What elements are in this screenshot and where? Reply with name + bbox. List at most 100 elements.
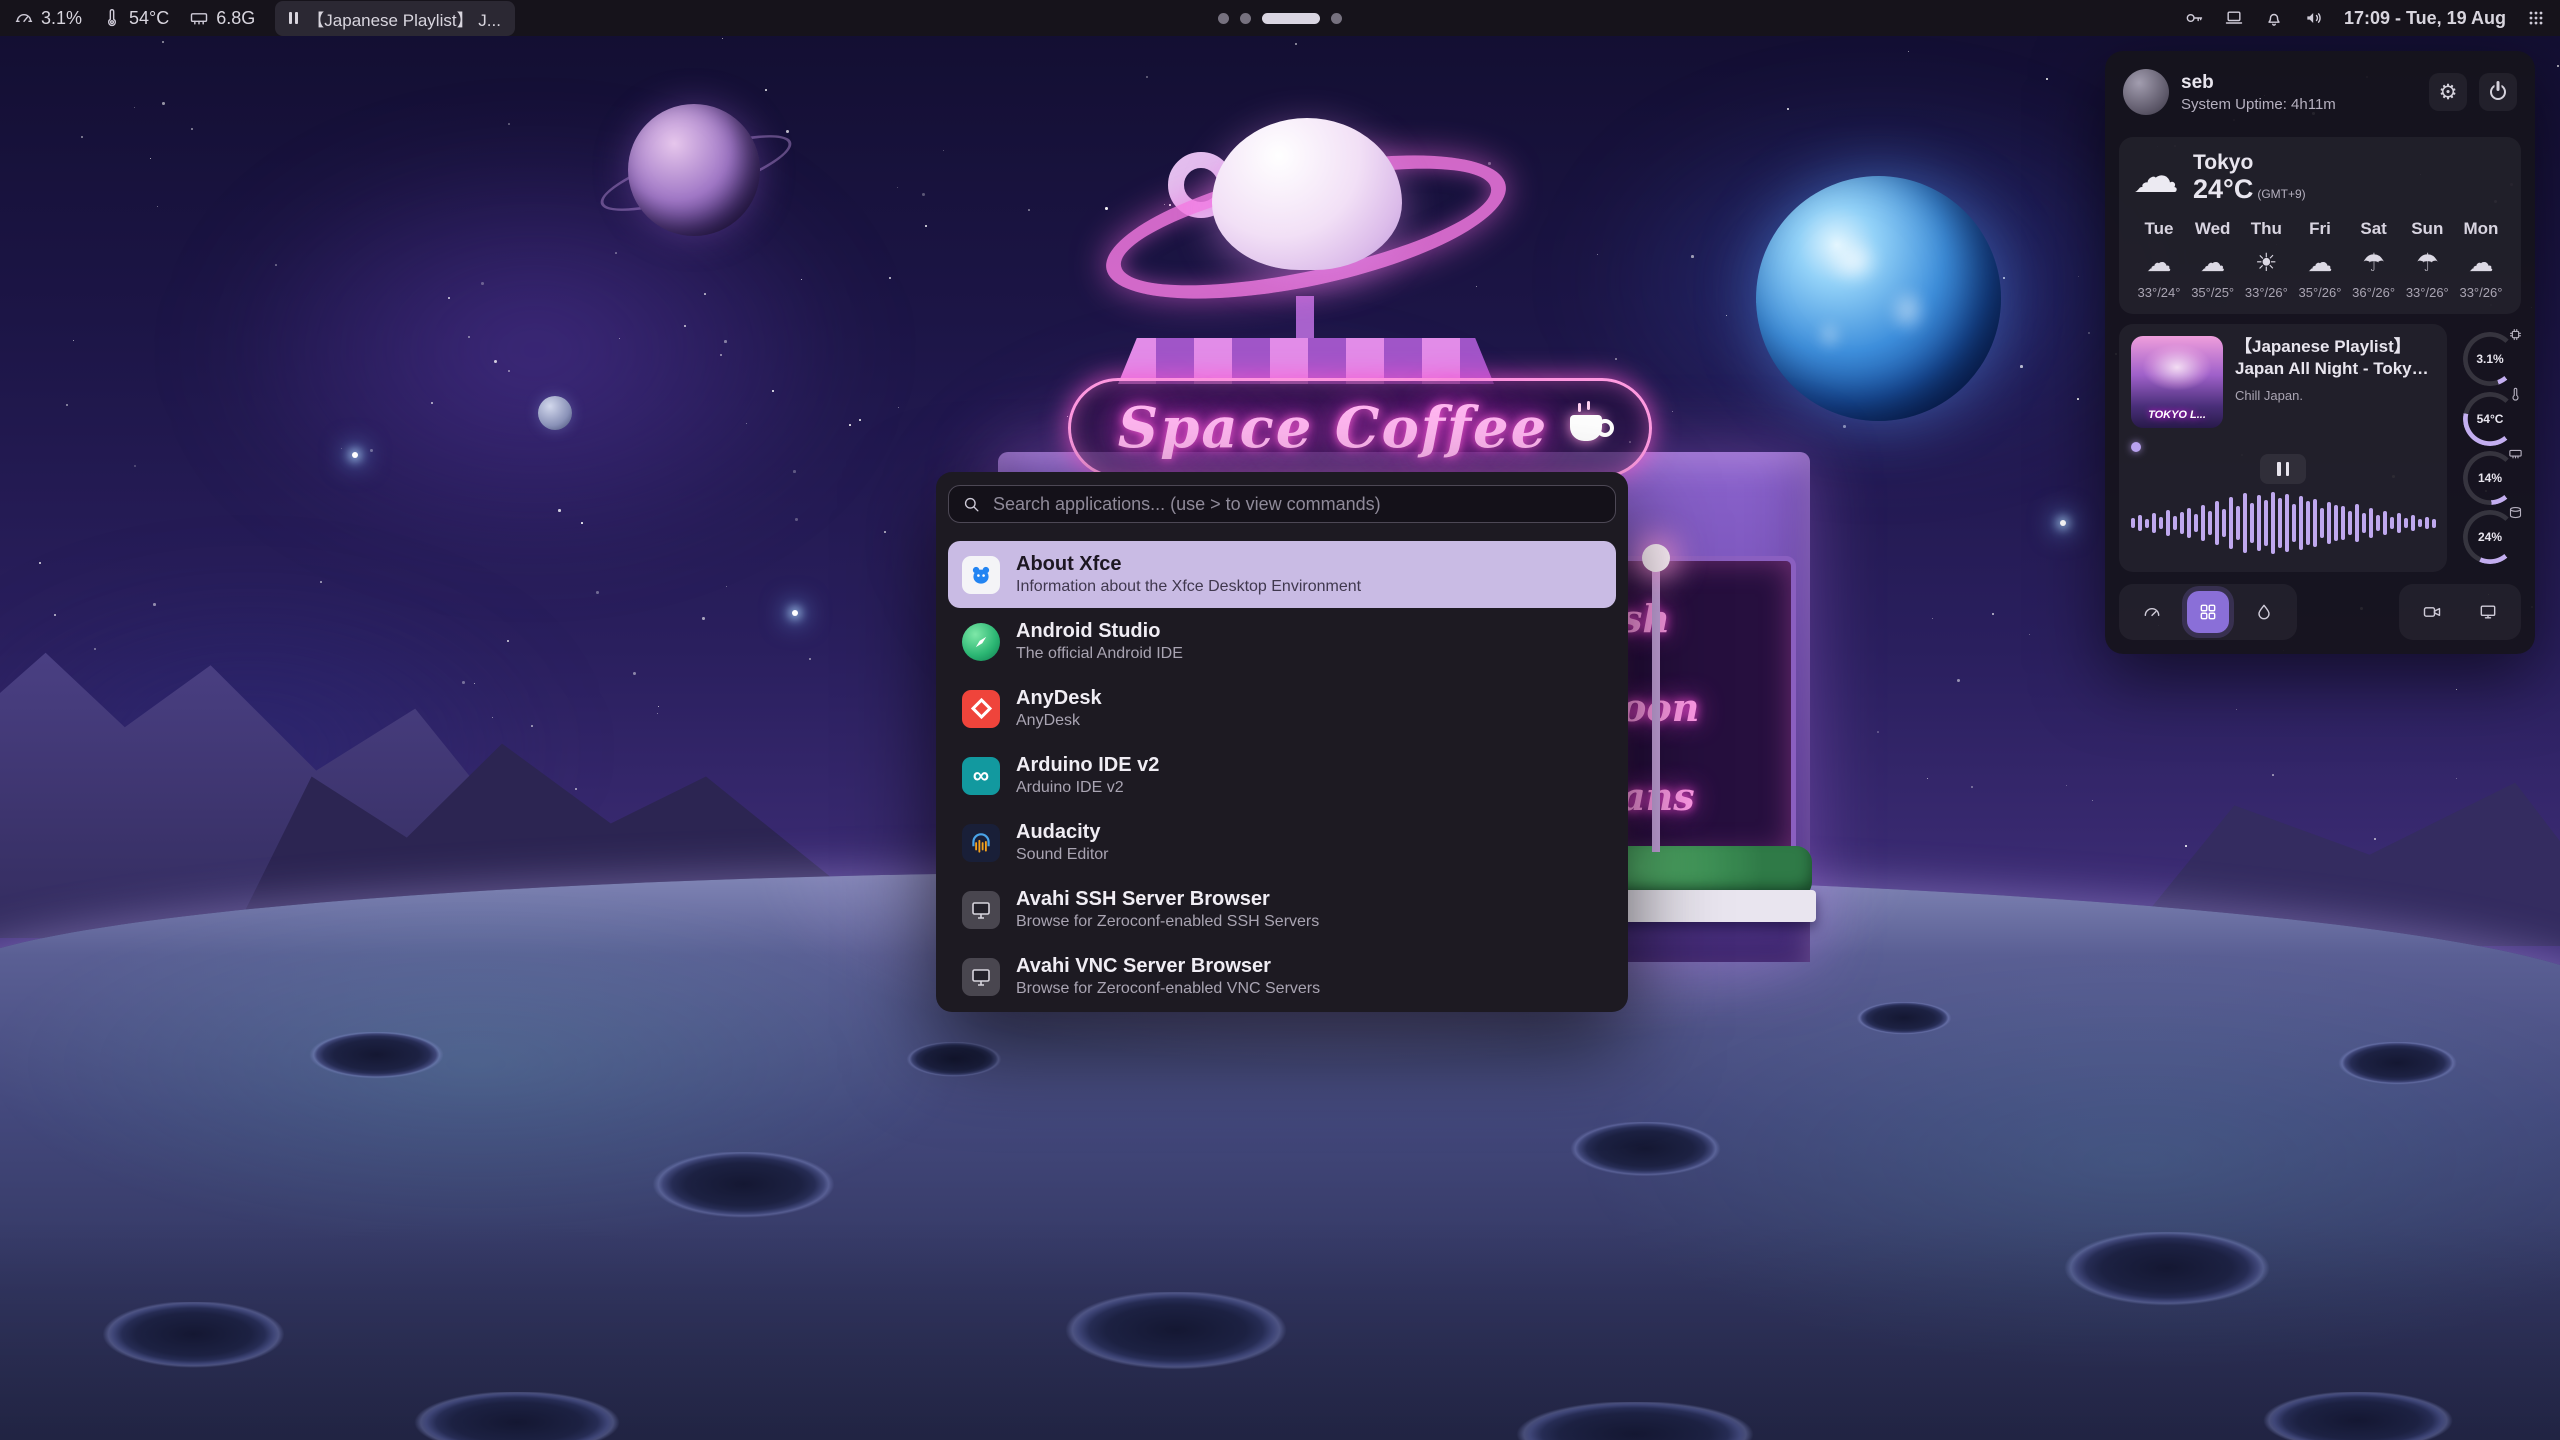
crater [640,1152,870,1237]
temperature-indicator: 54°C [102,8,169,29]
thermometer-icon [2508,387,2523,402]
vpn-key-button[interactable] [2184,8,2204,28]
app-launcher-button[interactable] [2187,591,2229,633]
media-player-pill[interactable]: 【Japanese Playlist】 J... [275,1,515,36]
crater [90,1302,320,1387]
laptop-icon [2224,8,2244,28]
crater [2250,1392,2490,1440]
weather-city: Tokyo [2193,151,2306,175]
crater [300,1032,470,1092]
cpu-usage-value: 3.1% [41,8,82,29]
progress-slider[interactable] [2131,442,2141,452]
settings-button[interactable]: ⚙ [2429,73,2467,111]
launcher-item-avahi-ssh[interactable]: Avahi SSH Server Browser Browse for Zero… [948,876,1616,943]
app-description: Arduino IDE v2 [1016,779,1159,797]
track-subtitle: Chill Japan. [2235,388,2435,403]
crater [1560,1122,1750,1192]
weather-icon: ☂ [2348,248,2400,278]
media-player-card: TOKYO L... 【Japanese Playlist】 Japan All… [2119,324,2447,572]
speedometer-icon [2142,602,2162,622]
arduino-icon: ∞ [962,757,1000,795]
launcher-item-about-xfce[interactable]: About Xfce Information about the Xfce De… [948,541,1616,608]
search-bar[interactable] [948,485,1616,523]
workspace-dot[interactable] [1331,13,1342,24]
weather-icon: ☁ [2187,248,2239,278]
forecast-day: Tue ☁ 33°/24° [2133,219,2185,300]
app-description: Browse for Zeroconf-enabled VNC Servers [1016,980,1320,998]
earth-planet [1756,176,2001,421]
forecast-day: Fri ☁ 35°/26° [2294,219,2346,300]
dashboard-button[interactable] [2131,591,2173,633]
power-button[interactable] [2479,73,2517,111]
weather-icon: ☁ [2455,248,2507,278]
waveform [2131,486,2435,560]
small-moon [538,396,572,430]
app-description: The official Android IDE [1016,645,1183,663]
avatar [2123,69,2169,115]
display-settings-button[interactable] [2467,591,2509,633]
crater [1500,1402,1800,1440]
anydesk-icon [962,690,1000,728]
weather-icon: ☁ [2133,248,2185,278]
panel-actions [2119,584,2521,640]
launcher-item-audacity[interactable]: Audacity Sound Editor [948,809,1616,876]
notifications-button[interactable] [2264,8,2284,28]
top-bar: 3.1% 54°C 6.8G 【Japanese Playlist】 J... [0,0,2560,36]
crater [2050,1232,2310,1327]
app-list: About Xfce Information about the Xfce De… [948,541,1616,1010]
launcher-item-android-studio[interactable]: Android Studio The official Android IDE [948,608,1616,675]
search-input[interactable] [991,493,1602,516]
app-title: About Xfce [1016,553,1361,575]
neon-sign-text: Space Coffee [1118,395,1548,461]
theme-button[interactable] [2243,591,2285,633]
weather-timezone: (GMT+9) [2257,187,2305,201]
volume-button[interactable] [2304,8,2324,28]
star-sparkle [792,610,798,616]
cpu-gauge-icon [14,8,34,28]
app-grid-button[interactable] [2526,8,2546,28]
coffee-cup-icon [1570,415,1602,441]
left-action-group [2119,584,2297,640]
screen-record-button[interactable] [2411,591,2453,633]
launcher-item-avahi-vnc[interactable]: Avahi VNC Server Browser Browse for Zero… [948,943,1616,1010]
cloud-icon: ☁ [2133,156,2179,197]
shop-window: sh oon ans [1606,556,1796,860]
forecast-day: Mon ☁ 33°/26° [2455,219,2507,300]
window-neon-text: sh [1621,600,1670,638]
crater [2330,1042,2480,1097]
workspace-dot[interactable] [1218,13,1229,24]
weather-icon: ☀ [2240,248,2292,278]
weather-temperature: 24°C(GMT+9) [2193,175,2306,203]
pause-button[interactable] [2260,454,2306,484]
right-action-group [2399,584,2521,640]
workspace-dot[interactable] [1262,13,1320,24]
control-panel: seb System Uptime: 4h11m ⚙ ☁ Tokyo 24°C(… [2105,51,2535,654]
desktop: sh oon ans Space Coffee 3.1% 54°C 6.8G [0,0,2560,1440]
workspace-dot[interactable] [1240,13,1251,24]
bell-icon [2264,8,2284,28]
clock[interactable]: 17:09 - Tue, 19 Aug [2344,8,2506,29]
forecast-day: Sat ☂ 36°/26° [2348,219,2400,300]
app-launcher: About Xfce Information about the Xfce De… [936,472,1628,1012]
lamp-light [1642,544,1670,572]
crater [1850,1002,1970,1044]
forecast-day: Thu ☀ 33°/26° [2240,219,2292,300]
thermometer-icon [102,8,122,28]
launcher-item-arduino[interactable]: ∞ Arduino IDE v2 Arduino IDE v2 [948,742,1616,809]
memory-value: 6.8G [216,8,255,29]
disk-gauge: 24% [2463,510,2517,564]
weather-icon: ☁ [2294,248,2346,278]
star-sparkle [2060,520,2066,526]
workspace-indicator[interactable] [1218,0,1342,36]
launcher-item-anydesk[interactable]: AnyDesk AnyDesk [948,675,1616,742]
pause-icon [289,12,298,24]
app-title: Avahi VNC Server Browser [1016,955,1320,977]
app-title: AnyDesk [1016,687,1102,709]
album-art-label: TOKYO L... [2131,409,2223,421]
memory-icon [2508,446,2523,461]
display-button[interactable] [2224,8,2244,28]
monitor-icon [2478,602,2498,622]
cpu-icon [2508,327,2523,342]
monitor-icon [962,958,1000,996]
weather-forecast: Tue ☁ 33°/24° Wed ☁ 35°/25° Thu ☀ 33°/26… [2133,219,2507,300]
